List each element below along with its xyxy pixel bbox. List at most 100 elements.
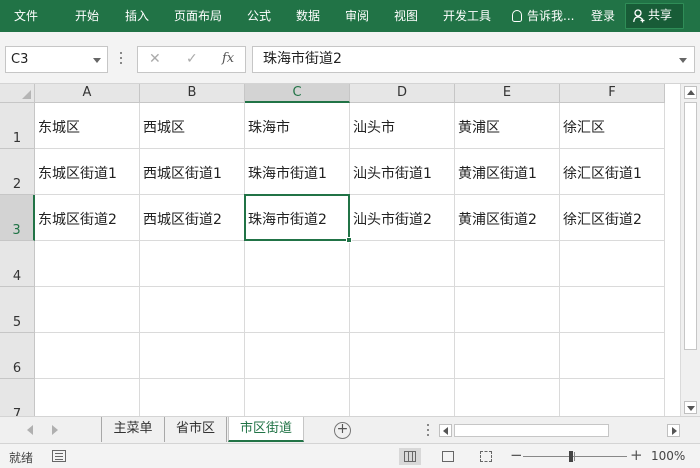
- confirm-icon[interactable]: ✓: [186, 51, 198, 67]
- zoom-level[interactable]: 100%: [651, 449, 685, 463]
- cell-d2[interactable]: 汕头市街道1: [350, 149, 455, 195]
- vertical-scroll-thumb[interactable]: [684, 102, 697, 350]
- share-button[interactable]: 共享: [625, 3, 684, 29]
- tell-me-search[interactable]: 告诉我...: [512, 8, 574, 24]
- cell-f1[interactable]: 徐汇区: [560, 103, 665, 149]
- vertical-scrollbar[interactable]: [680, 84, 700, 416]
- tab-data[interactable]: 数据: [296, 8, 320, 24]
- cell-e1[interactable]: 黄浦区: [455, 103, 560, 149]
- tab-developer[interactable]: 开发工具: [443, 8, 491, 24]
- chevron-down-icon[interactable]: [93, 58, 101, 63]
- add-sheet-icon[interactable]: +: [334, 422, 351, 439]
- column-header-d[interactable]: D: [350, 84, 455, 103]
- sheet-tab-province-city[interactable]: 省市区: [164, 417, 227, 442]
- macro-record-icon[interactable]: [52, 450, 66, 462]
- cell-f4[interactable]: [560, 241, 665, 287]
- cell-a4[interactable]: [35, 241, 140, 287]
- splitter-handle[interactable]: [119, 52, 123, 66]
- sheet-next-icon[interactable]: [52, 425, 58, 435]
- cell-c6[interactable]: [245, 333, 350, 379]
- cell-c2[interactable]: 珠海市街道1: [245, 149, 350, 195]
- cell-f3[interactable]: 徐汇区街道2: [560, 195, 665, 241]
- scroll-up-icon[interactable]: [684, 86, 697, 99]
- column-header-b[interactable]: B: [140, 84, 245, 103]
- cell-c7[interactable]: [245, 379, 350, 416]
- zoom-in-button[interactable]: +: [630, 446, 643, 464]
- cell-f7[interactable]: [560, 379, 665, 416]
- cell-b1[interactable]: 西城区: [140, 103, 245, 149]
- cell-a7[interactable]: [35, 379, 140, 416]
- scroll-left-icon[interactable]: [439, 424, 452, 437]
- column-header-f[interactable]: F: [560, 84, 665, 103]
- expand-formula-icon[interactable]: [679, 58, 687, 63]
- row-header-7[interactable]: 7: [0, 379, 35, 416]
- cell-c3[interactable]: 珠海市街道2: [245, 195, 350, 241]
- cell-d6[interactable]: [350, 333, 455, 379]
- cell-f5[interactable]: [560, 287, 665, 333]
- select-all-corner[interactable]: [0, 84, 35, 103]
- cell-a5[interactable]: [35, 287, 140, 333]
- cell-a6[interactable]: [35, 333, 140, 379]
- row-header-2[interactable]: 2: [0, 149, 35, 195]
- tab-insert[interactable]: 插入: [125, 8, 149, 24]
- cell-e3[interactable]: 黄浦区街道2: [455, 195, 560, 241]
- cell-b2[interactable]: 西城区街道1: [140, 149, 245, 195]
- tab-review[interactable]: 审阅: [345, 8, 369, 24]
- zoom-slider-track[interactable]: [523, 456, 627, 457]
- insert-function-icon[interactable]: fx: [222, 51, 234, 66]
- column-header-e[interactable]: E: [455, 84, 560, 103]
- horizontal-scrollbar[interactable]: [439, 423, 680, 439]
- row-header-5[interactable]: 5: [0, 287, 35, 333]
- cell-e4[interactable]: [455, 241, 560, 287]
- cell-f6[interactable]: [560, 333, 665, 379]
- cell-b4[interactable]: [140, 241, 245, 287]
- column-header-a[interactable]: A: [35, 84, 140, 103]
- horizontal-scroll-thumb[interactable]: [454, 424, 609, 437]
- tab-page-layout[interactable]: 页面布局: [174, 8, 222, 24]
- cell-c4[interactable]: [245, 241, 350, 287]
- cell-a1[interactable]: 东城区: [35, 103, 140, 149]
- login-link[interactable]: 登录: [591, 8, 615, 24]
- formula-input[interactable]: 珠海市街道2: [252, 46, 695, 73]
- row-header-6[interactable]: 6: [0, 333, 35, 379]
- zoom-out-button[interactable]: −: [510, 446, 523, 464]
- sheet-tab-main-menu[interactable]: 主菜单: [101, 417, 164, 442]
- cell-b6[interactable]: [140, 333, 245, 379]
- cell-b3[interactable]: 西城区街道2: [140, 195, 245, 241]
- cell-d1[interactable]: 汕头市: [350, 103, 455, 149]
- cell-f2[interactable]: 徐汇区街道1: [560, 149, 665, 195]
- cell-c1[interactable]: 珠海市: [245, 103, 350, 149]
- cell-d7[interactable]: [350, 379, 455, 416]
- cell-b7[interactable]: [140, 379, 245, 416]
- cell-e2[interactable]: 黄浦区街道1: [455, 149, 560, 195]
- page-break-view-button[interactable]: [475, 448, 497, 465]
- scroll-down-icon[interactable]: [684, 401, 697, 414]
- cell-d5[interactable]: [350, 287, 455, 333]
- cell-e5[interactable]: [455, 287, 560, 333]
- sheet-tab-city-street[interactable]: 市区街道: [228, 417, 304, 442]
- cell-a2[interactable]: 东城区街道1: [35, 149, 140, 195]
- tab-home[interactable]: 开始: [75, 8, 99, 24]
- cell-e7[interactable]: [455, 379, 560, 416]
- normal-view-button[interactable]: [399, 448, 421, 465]
- sheet-prev-icon[interactable]: [27, 425, 33, 435]
- row-header-1[interactable]: 1: [0, 103, 35, 149]
- row-header-4[interactable]: 4: [0, 241, 35, 287]
- cell-d3[interactable]: 汕头市街道2: [350, 195, 455, 241]
- tab-view[interactable]: 视图: [394, 8, 418, 24]
- cell-b5[interactable]: [140, 287, 245, 333]
- name-box[interactable]: C3: [5, 46, 108, 73]
- zoom-slider-knob[interactable]: [569, 451, 573, 462]
- worksheet-grid[interactable]: A B C D E F 1 东城区 西城区 珠海市 汕头市 黄浦区 徐汇区 2 东城区街道1 西城区街道1 珠海…: [0, 84, 680, 416]
- cancel-icon[interactable]: ✕: [149, 51, 161, 67]
- scroll-right-icon[interactable]: [667, 424, 680, 437]
- tab-file[interactable]: 文件: [14, 8, 38, 24]
- row-header-3[interactable]: 3: [0, 195, 35, 241]
- cell-c5[interactable]: [245, 287, 350, 333]
- tab-splitter-handle[interactable]: [426, 424, 430, 438]
- page-layout-view-button[interactable]: [437, 448, 459, 465]
- tab-formulas[interactable]: 公式: [247, 8, 271, 24]
- cell-a3[interactable]: 东城区街道2: [35, 195, 140, 241]
- cell-e6[interactable]: [455, 333, 560, 379]
- column-header-c[interactable]: C: [245, 84, 350, 103]
